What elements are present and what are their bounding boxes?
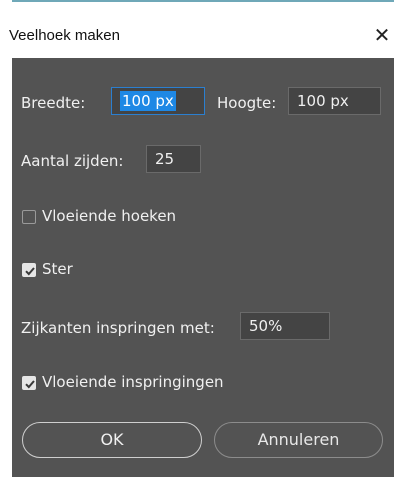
dialog-title: Veelhoek maken	[9, 27, 120, 44]
smooth-corners-label[interactable]: Vloeiende hoeken	[42, 207, 176, 225]
width-input[interactable]: 100 px	[111, 87, 205, 115]
sides-label: Aantal zijden:	[21, 152, 124, 170]
smooth-indents-label[interactable]: Vloeiende inspringingen	[42, 373, 224, 391]
indent-input[interactable]: 50%	[240, 312, 330, 340]
smooth-corners-checkbox[interactable]	[22, 210, 36, 224]
dialog-body: Breedte: 100 px Hoogte: 100 px Aantal zi…	[12, 58, 394, 477]
star-checkbox[interactable]	[22, 263, 36, 277]
checkmark-icon	[25, 380, 35, 389]
indent-label: Zijkanten inspringen met:	[21, 319, 215, 337]
sides-input[interactable]: 25	[146, 145, 201, 173]
width-value: 100 px	[120, 91, 176, 111]
cancel-button[interactable]: Annuleren	[214, 422, 383, 458]
title-bar: Veelhoek maken ✕	[0, 2, 400, 56]
checkmark-icon	[25, 267, 35, 276]
star-label[interactable]: Ster	[42, 260, 73, 278]
width-label: Breedte:	[21, 94, 86, 112]
close-icon[interactable]: ✕	[371, 23, 393, 47]
smooth-indents-checkbox[interactable]	[22, 376, 36, 390]
height-label: Hoogte:	[217, 94, 277, 112]
ok-button[interactable]: OK	[22, 422, 202, 458]
height-input[interactable]: 100 px	[288, 87, 381, 115]
